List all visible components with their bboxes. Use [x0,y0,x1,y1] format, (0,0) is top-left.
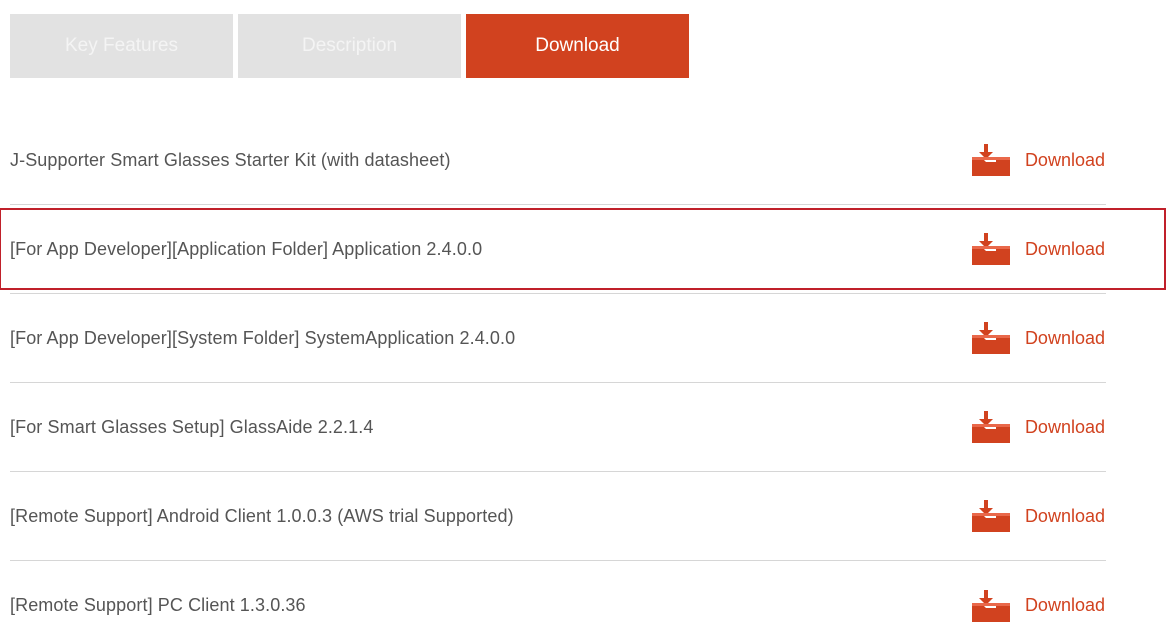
download-tray-icon [971,500,1010,532]
download-item-title: J-Supporter Smart Glasses Starter Kit (w… [10,149,451,170]
download-label: Download [1024,327,1105,348]
download-link[interactable]: Download [971,410,1105,444]
download-tray-icon [971,589,1010,622]
download-row: [Remote Support] PC Client 1.3.0.36 Down… [10,561,1106,644]
download-link[interactable]: Download [971,321,1105,355]
download-label: Download [1024,238,1105,259]
download-item-title: [For Smart Glasses Setup] GlassAide 2.2.… [10,416,374,437]
download-item-title: [For App Developer][Application Folder] … [10,238,483,259]
download-row: [Remote Support] Android Client 1.0.0.3 … [10,472,1106,561]
download-item-title: [For App Developer][System Folder] Syste… [10,327,516,348]
download-label: Download [1024,505,1105,526]
download-row: [For Smart Glasses Setup] GlassAide 2.2.… [10,383,1106,472]
download-list: J-Supporter Smart Glasses Starter Kit (w… [10,116,1106,644]
download-tray-icon [971,233,1010,265]
download-item-title: [Remote Support] Android Client 1.0.0.3 … [10,505,514,526]
tab-download[interactable]: Download [466,14,689,78]
download-label: Download [1024,149,1105,170]
download-row: [For App Developer][Application Folder] … [10,205,1106,294]
tab-bar: Key Features Description Download [10,14,694,78]
download-row: [For App Developer][System Folder] Syste… [10,294,1106,383]
download-link[interactable]: Download [971,232,1105,266]
tab-key-features[interactable]: Key Features [10,14,233,78]
download-tray-icon [971,322,1010,354]
download-row: J-Supporter Smart Glasses Starter Kit (w… [10,116,1106,205]
download-link[interactable]: Download [971,499,1105,533]
download-panel: Key Features Description Download J-Supp… [0,0,1171,644]
download-label: Download [1024,416,1105,437]
tab-description[interactable]: Description [238,14,461,78]
download-link[interactable]: Download [971,143,1105,177]
download-label: Download [1024,595,1105,615]
download-tray-icon [971,411,1010,443]
download-item-title: [Remote Support] PC Client 1.3.0.36 [10,595,306,615]
download-tray-icon [971,144,1010,176]
download-link[interactable]: Download [971,589,1105,623]
